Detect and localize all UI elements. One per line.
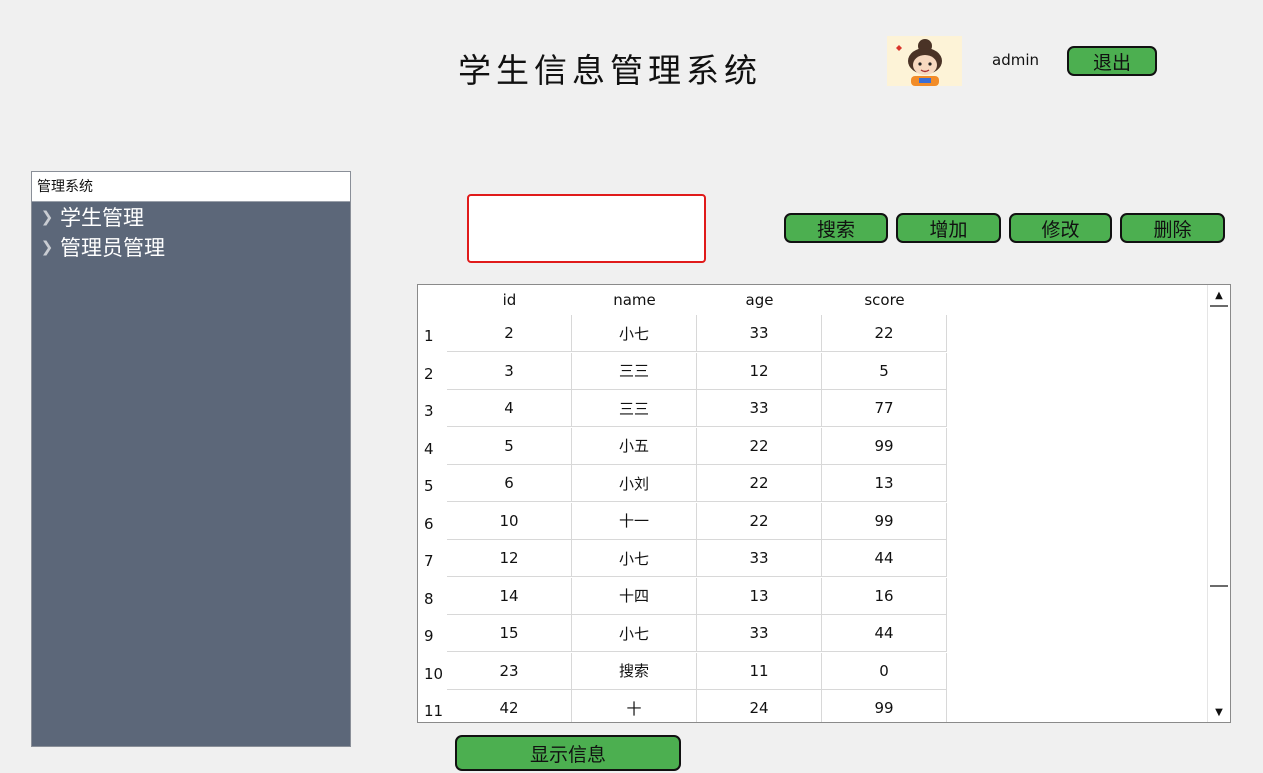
table-cell-age[interactable]: 12	[697, 352, 822, 390]
table-cell-name[interactable]: 小七	[572, 540, 697, 577]
row-number[interactable]: 11	[418, 702, 447, 720]
table-cell-score[interactable]: 44	[822, 540, 947, 577]
cartoon-girl-avatar-icon	[887, 36, 962, 86]
table-cell-name[interactable]: 小刘	[572, 465, 697, 502]
chevron-right-icon[interactable]: ❯	[34, 238, 60, 256]
tree-header: 管理系统	[32, 172, 350, 202]
table-cell-age[interactable]: 22	[697, 427, 822, 465]
table-cell-score[interactable]: 99	[822, 502, 947, 540]
row-number[interactable]: 9	[418, 627, 447, 645]
table-cell-id[interactable]: 2	[447, 315, 572, 352]
row-number[interactable]: 3	[418, 402, 447, 420]
sidebar-item-admin-management[interactable]: ❯ 管理员管理	[32, 232, 350, 262]
table-cell-score[interactable]: 0	[822, 652, 947, 690]
table-cell-id[interactable]: 42	[447, 690, 572, 722]
table-cell-id[interactable]: 10	[447, 502, 572, 540]
page-title: 学生信息管理系统	[458, 51, 762, 90]
app-window: 学生信息管理系统 admin 退出 管理系统 ❯ 学生管理 ❯ 管理员管理 搜索…	[0, 0, 1263, 773]
table-cell-age[interactable]: 22	[697, 465, 822, 502]
sidebar-tree: 管理系统 ❯ 学生管理 ❯ 管理员管理	[31, 171, 351, 747]
table-cell-age[interactable]: 22	[697, 502, 822, 540]
delete-button[interactable]: 删除	[1120, 213, 1225, 243]
table-cell-score[interactable]: 13	[822, 465, 947, 502]
table-cell-name[interactable]: 十四	[572, 577, 697, 615]
table-cell-score[interactable]: 99	[822, 690, 947, 722]
table-cell-id[interactable]: 23	[447, 652, 572, 690]
table-cell-name[interactable]: 小七	[572, 615, 697, 652]
scroll-down-arrow-icon[interactable]: ▼	[1208, 702, 1230, 722]
table-cell-score[interactable]: 77	[822, 390, 947, 427]
logout-button[interactable]: 退出	[1067, 46, 1157, 76]
scrollbar-thumb[interactable]	[1210, 305, 1228, 587]
table-cell-id[interactable]: 14	[447, 577, 572, 615]
student-table: id name age score 1 2 小七 33 22 2 3 三三 12 5 3 4 三三 33 77 4 5 小…	[417, 284, 1231, 723]
table-cell-id[interactable]: 15	[447, 615, 572, 652]
search-button[interactable]: 搜索	[784, 213, 888, 243]
table-cell-name[interactable]: 十一	[572, 502, 697, 540]
edit-button[interactable]: 修改	[1009, 213, 1112, 243]
table-cell-id[interactable]: 3	[447, 352, 572, 390]
row-number[interactable]: 6	[418, 515, 447, 533]
table-cell-score[interactable]: 44	[822, 615, 947, 652]
row-number[interactable]: 4	[418, 440, 447, 458]
table-cell-id[interactable]: 5	[447, 427, 572, 465]
show-info-button[interactable]: 显示信息	[455, 735, 681, 771]
search-input[interactable]	[467, 194, 706, 263]
row-number[interactable]: 2	[418, 365, 447, 383]
table-cell-score[interactable]: 99	[822, 427, 947, 465]
column-header-name[interactable]: name	[572, 285, 697, 315]
table-cell-id[interactable]: 4	[447, 390, 572, 427]
add-button[interactable]: 增加	[896, 213, 1001, 243]
table-cell-age[interactable]: 13	[697, 577, 822, 615]
username-label: admin	[992, 51, 1039, 69]
table-cell-id[interactable]: 6	[447, 465, 572, 502]
table-cell-age[interactable]: 11	[697, 652, 822, 690]
sidebar-item-label: 学生管理	[60, 206, 144, 230]
row-number[interactable]: 10	[418, 665, 447, 683]
table-cell-age[interactable]: 24	[697, 690, 822, 722]
chevron-right-icon[interactable]: ❯	[34, 208, 60, 226]
table-cell-score[interactable]: 22	[822, 315, 947, 352]
avatar	[887, 36, 962, 86]
table-cell-name[interactable]: 小七	[572, 315, 697, 352]
row-number[interactable]: 5	[418, 477, 447, 495]
column-header-id[interactable]: id	[447, 285, 572, 315]
table-cell-id[interactable]: 12	[447, 540, 572, 577]
column-header-score[interactable]: score	[822, 285, 947, 315]
vertical-scrollbar[interactable]: ▲ ▼	[1207, 285, 1230, 722]
table-cell-age[interactable]: 33	[697, 390, 822, 427]
sidebar-item-label: 管理员管理	[60, 236, 165, 260]
table-cell-age[interactable]: 33	[697, 540, 822, 577]
table-cell-name[interactable]: 小五	[572, 427, 697, 465]
scroll-up-arrow-icon[interactable]: ▲	[1208, 285, 1230, 305]
table-cell-age[interactable]: 33	[697, 615, 822, 652]
table-cell-name[interactable]: 三三	[572, 352, 697, 390]
table-cell-name[interactable]: 三三	[572, 390, 697, 427]
table-cell-name[interactable]: 搜索	[572, 652, 697, 690]
table-cell-score[interactable]: 5	[822, 352, 947, 390]
sidebar-item-student-management[interactable]: ❯ 学生管理	[32, 202, 350, 232]
table-cell-score[interactable]: 16	[822, 577, 947, 615]
row-number[interactable]: 1	[418, 327, 447, 345]
row-number[interactable]: 8	[418, 590, 447, 608]
column-header-age[interactable]: age	[697, 285, 822, 315]
row-number[interactable]: 7	[418, 552, 447, 570]
table-cell-age[interactable]: 33	[697, 315, 822, 352]
table-cell-name[interactable]: 十	[572, 690, 697, 722]
